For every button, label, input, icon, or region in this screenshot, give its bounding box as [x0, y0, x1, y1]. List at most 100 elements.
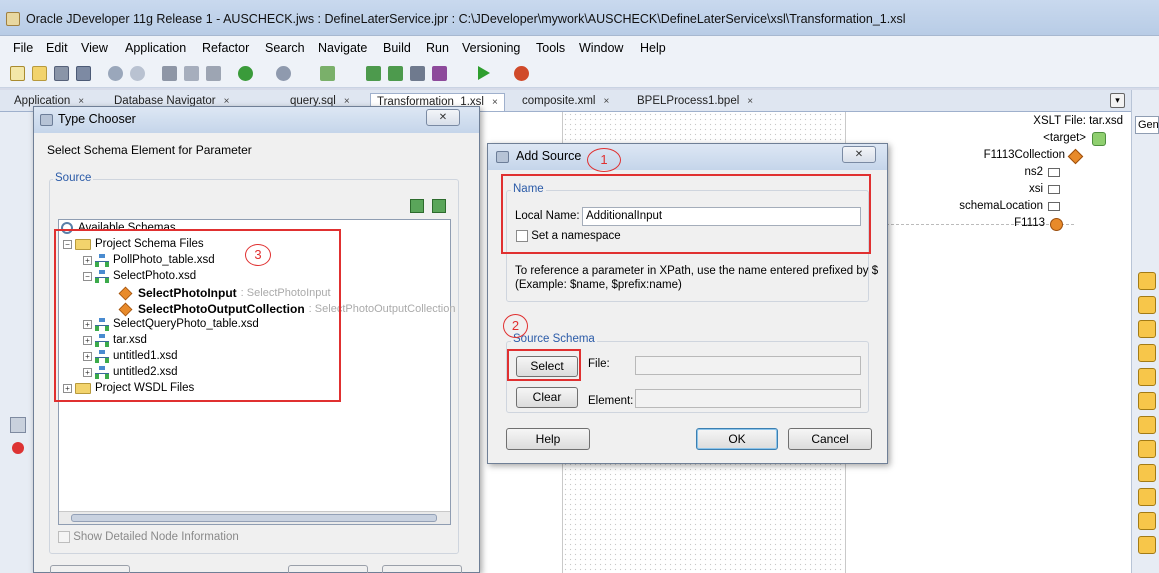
palette-function-icon[interactable]: [1138, 416, 1156, 434]
menu-navigate[interactable]: Navigate: [318, 41, 367, 55]
close-icon[interactable]: ✕: [426, 109, 460, 126]
f1113-node[interactable]: F1113: [1014, 217, 1045, 229]
close-icon[interactable]: ×: [747, 96, 753, 107]
copy-icon[interactable]: [184, 66, 199, 81]
browse-schema-icon[interactable]: [432, 199, 446, 213]
palette-function-icon[interactable]: [1138, 272, 1156, 290]
source-group-label: Source: [53, 172, 94, 184]
palette-function-icon[interactable]: [1138, 488, 1156, 506]
cancel-button[interactable]: Cancel: [788, 428, 872, 450]
clear-button[interactable]: Clear: [516, 387, 578, 408]
close-icon[interactable]: ×: [604, 96, 610, 107]
db-icon[interactable]: [320, 66, 335, 81]
title-bar: Oracle JDeveloper 11g Release 1 - AUSCHE…: [0, 0, 1159, 36]
menu-file[interactable]: File: [13, 41, 33, 55]
attribute-icon: [1048, 202, 1060, 211]
bottom-button[interactable]: [50, 565, 130, 573]
attribute-icon: [1048, 185, 1060, 194]
f1113collection-node[interactable]: F1113Collection: [984, 149, 1065, 161]
info-text-line2: (Example: $name, $prefix:name): [515, 279, 682, 291]
dialog-icon: [496, 151, 509, 163]
tab-bpel-process[interactable]: BPELProcess1.bpel ×: [631, 93, 759, 111]
ok-button[interactable]: OK: [696, 428, 778, 450]
cut-icon[interactable]: [162, 66, 177, 81]
scrollbar-thumb[interactable]: [71, 514, 437, 522]
element-field: [635, 389, 861, 408]
debug-icon[interactable]: [514, 66, 529, 81]
tab-composite[interactable]: composite.xml ×: [516, 93, 615, 111]
bottom-button[interactable]: [288, 565, 368, 573]
menu-application[interactable]: Application: [125, 41, 186, 55]
main-toolbar: [0, 60, 1159, 88]
attribute-icon: [1048, 168, 1060, 177]
save-icon[interactable]: [54, 66, 69, 81]
palette-dropdown[interactable]: Gen: [1135, 116, 1159, 134]
undo-icon[interactable]: [108, 66, 123, 81]
menu-tools[interactable]: Tools: [536, 41, 565, 55]
type-chooser-dialog: Type Chooser ✕ Select Schema Element for…: [33, 106, 480, 573]
structure-icon[interactable]: [10, 417, 26, 433]
show-detail-label: Show Detailed Node Information: [73, 531, 239, 544]
checkbox-box[interactable]: [58, 531, 70, 543]
new-icon[interactable]: [10, 66, 25, 81]
xsi-node[interactable]: xsi: [1029, 183, 1043, 195]
palette-function-icon[interactable]: [1138, 392, 1156, 410]
dialog-title: Type Chooser: [58, 112, 136, 126]
ns2-node[interactable]: ns2: [1024, 166, 1043, 178]
rebuild-icon[interactable]: [388, 66, 403, 81]
horizontal-scrollbar[interactable]: [59, 511, 450, 524]
menu-help[interactable]: Help: [640, 41, 666, 55]
window-title: Oracle JDeveloper 11g Release 1 - AUSCHE…: [26, 12, 906, 26]
component-palette: Gen: [1131, 90, 1159, 573]
jdeveloper-app-icon: [6, 12, 20, 26]
dialog-title-bar: Add Source ✕: [488, 144, 887, 170]
open-icon[interactable]: [32, 66, 47, 81]
close-icon[interactable]: ×: [492, 97, 498, 108]
pin-icon[interactable]: [12, 442, 24, 454]
menu-refactor[interactable]: Refactor: [202, 41, 249, 55]
schemalocation-node[interactable]: schemaLocation: [959, 200, 1043, 212]
paste-icon[interactable]: [206, 66, 221, 81]
deploy-icon[interactable]: [432, 66, 447, 81]
menu-search[interactable]: Search: [265, 41, 305, 55]
annotation-number-1: 1: [587, 148, 621, 172]
menu-versioning[interactable]: Versioning: [462, 41, 520, 55]
tab-composite-label: composite.xml: [522, 95, 596, 107]
import-schema-icon[interactable]: [410, 199, 424, 213]
back-icon[interactable]: [238, 66, 253, 81]
palette-function-icon[interactable]: [1138, 296, 1156, 314]
tab-list-dropdown-icon[interactable]: ▾: [1110, 93, 1125, 108]
annotation-box-1: [501, 174, 871, 254]
palette-function-icon[interactable]: [1138, 344, 1156, 362]
menu-window[interactable]: Window: [579, 41, 623, 55]
show-detail-checkbox[interactable]: Show Detailed Node Information: [58, 531, 239, 543]
run-icon[interactable]: [478, 66, 490, 80]
dialog-title-bar: Type Chooser ✕: [34, 107, 479, 133]
menu-bar: File Edit View Application Refactor Sear…: [0, 36, 1159, 60]
close-icon[interactable]: ✕: [842, 146, 876, 163]
annotation-box-2: [507, 349, 581, 381]
palette-function-icon[interactable]: [1138, 464, 1156, 482]
target-icon: [1092, 132, 1106, 146]
target-node[interactable]: <target>: [1043, 132, 1086, 144]
palette-function-icon[interactable]: [1138, 536, 1156, 554]
palette-function-icon[interactable]: [1138, 368, 1156, 386]
xslt-file-label: XSLT File: tar.xsd: [1033, 115, 1123, 127]
menu-run[interactable]: Run: [426, 41, 449, 55]
help-button[interactable]: Help: [506, 428, 590, 450]
palette-function-icon[interactable]: [1138, 440, 1156, 458]
palette-function-icon[interactable]: [1138, 320, 1156, 338]
make-icon[interactable]: [366, 66, 381, 81]
annotation-box-3: [54, 229, 341, 402]
clean-icon[interactable]: [410, 66, 425, 81]
save-all-icon[interactable]: [76, 66, 91, 81]
info-text-line1: To reference a parameter in XPath, use t…: [515, 265, 879, 277]
menu-edit[interactable]: Edit: [46, 41, 68, 55]
redo-icon[interactable]: [130, 66, 145, 81]
palette-function-icon[interactable]: [1138, 512, 1156, 530]
forward-icon[interactable]: [276, 66, 291, 81]
menu-build[interactable]: Build: [383, 41, 411, 55]
bottom-button[interactable]: [382, 565, 462, 573]
menu-view[interactable]: View: [81, 41, 108, 55]
annotation-number-3: 3: [245, 244, 271, 266]
